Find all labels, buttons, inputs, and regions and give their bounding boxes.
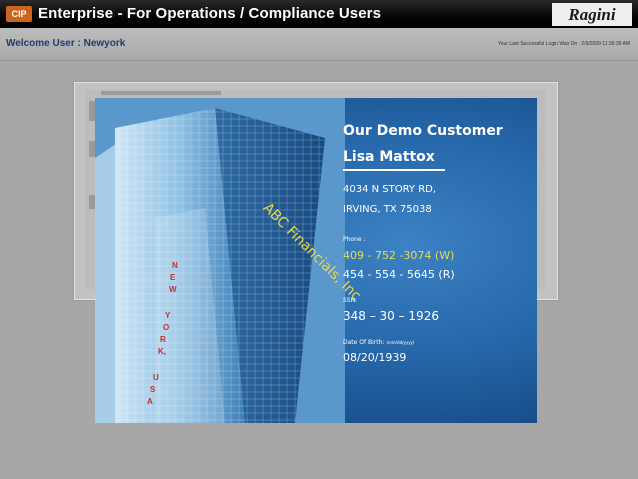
location-letter: O [163, 323, 170, 332]
location-letter: A [147, 397, 153, 406]
ghost-line [101, 91, 221, 95]
dob-value: 08/20/1939 [343, 351, 407, 364]
location-letter: K, [158, 347, 166, 356]
address-line1: 4034 N STORY RD, [343, 184, 437, 195]
location-letter: U [153, 373, 159, 382]
location-letter: E [170, 273, 176, 282]
ssn-value: 348 – 30 – 1926 [343, 309, 439, 323]
welcome-bar: Welcome User : Newyork Your Last Success… [0, 28, 638, 61]
phone-label: Phone : [343, 236, 366, 243]
dob-format: (mm/dd/yyyy) [386, 340, 415, 345]
phone-work: 409 - 752 -3074 (W) [343, 249, 455, 262]
location-letter: R [160, 335, 166, 344]
address-line2: IRVING, TX 75038 [343, 204, 432, 215]
last-login-info: Your Last Successful Login Was On : 2/9/… [497, 41, 630, 47]
name-underline [343, 169, 445, 171]
title-bar: CIP Enterprise - For Operations / Compli… [0, 0, 638, 28]
building-image [95, 98, 345, 423]
location-letter: N [172, 261, 178, 270]
location-letter: Y [165, 311, 171, 320]
location-letter: W [169, 285, 177, 294]
customer-heading: Our Demo Customer [343, 123, 503, 139]
customer-name: Lisa Mattox [343, 149, 435, 165]
dob-label: Date Of Birth: (mm/dd/yyyy) [343, 339, 414, 346]
location-letter: S [150, 385, 156, 394]
ssn-label: SSN: [343, 297, 358, 304]
cip-logo: CIP [6, 6, 32, 22]
welcome-user: Welcome User : Newyork [6, 38, 126, 49]
brand-name: Ragini [552, 3, 632, 26]
dob-label-text: Date Of Birth: [343, 339, 387, 346]
customer-card: ABC Financials, Inc N E W Y O R K, U S A [95, 98, 537, 423]
phone-residence: 454 - 554 - 5645 (R) [343, 268, 455, 281]
app-title: Enterprise - For Operations / Compliance… [38, 5, 382, 22]
